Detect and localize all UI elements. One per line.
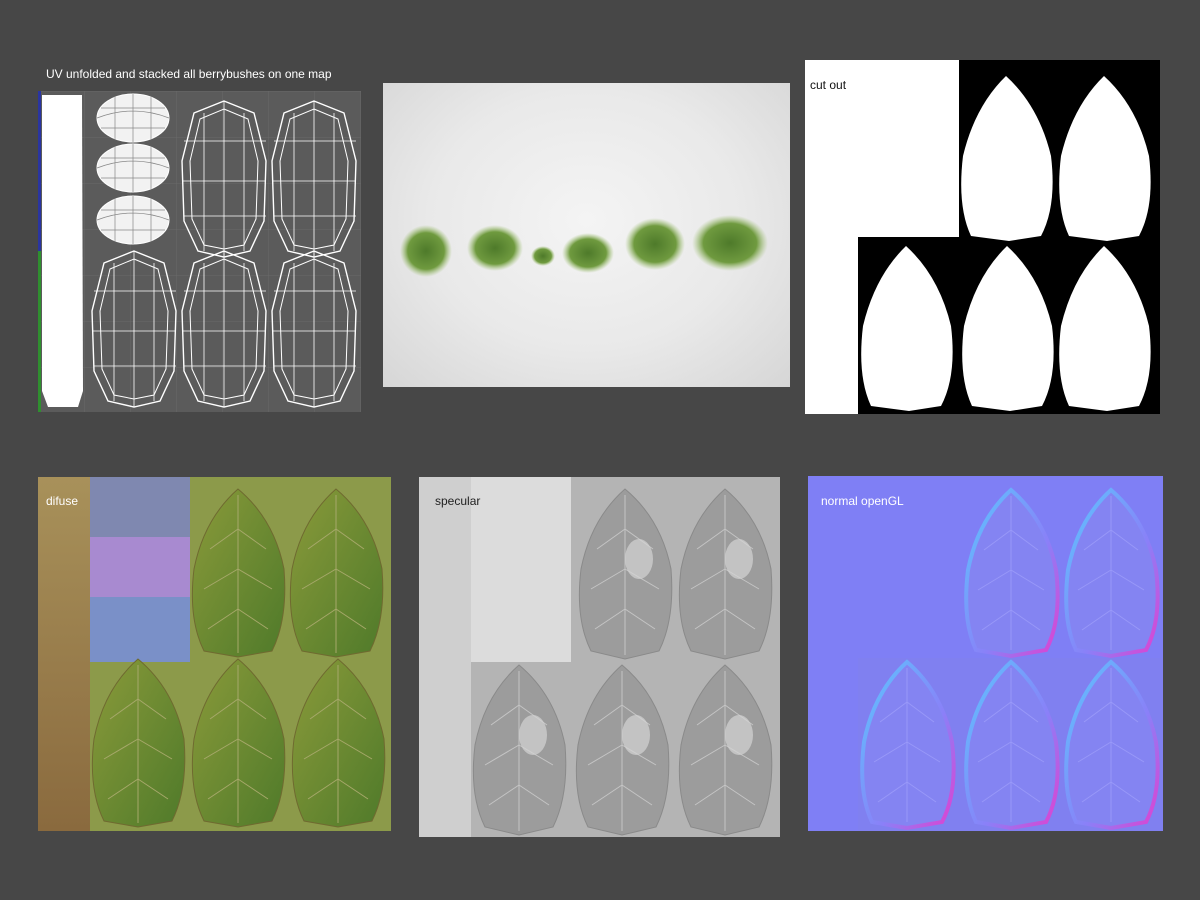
berry-bush-render-image [383, 83, 790, 387]
specular-texture-image: specular [419, 477, 780, 837]
specular-label: specular [435, 494, 481, 508]
cutout-label: cut out [810, 78, 847, 92]
normal-label: normal openGL [821, 494, 904, 508]
cutout-mask-image: cut out [805, 60, 1160, 414]
diffuse-label: difuse [46, 494, 79, 508]
normal-map-texture-image: normal openGL [808, 476, 1163, 831]
uv-map-title: UV unfolded and stacked all berrybushes … [46, 67, 332, 81]
uv-layout-image [38, 91, 361, 412]
diffuse-texture-image: difuse [38, 477, 391, 831]
